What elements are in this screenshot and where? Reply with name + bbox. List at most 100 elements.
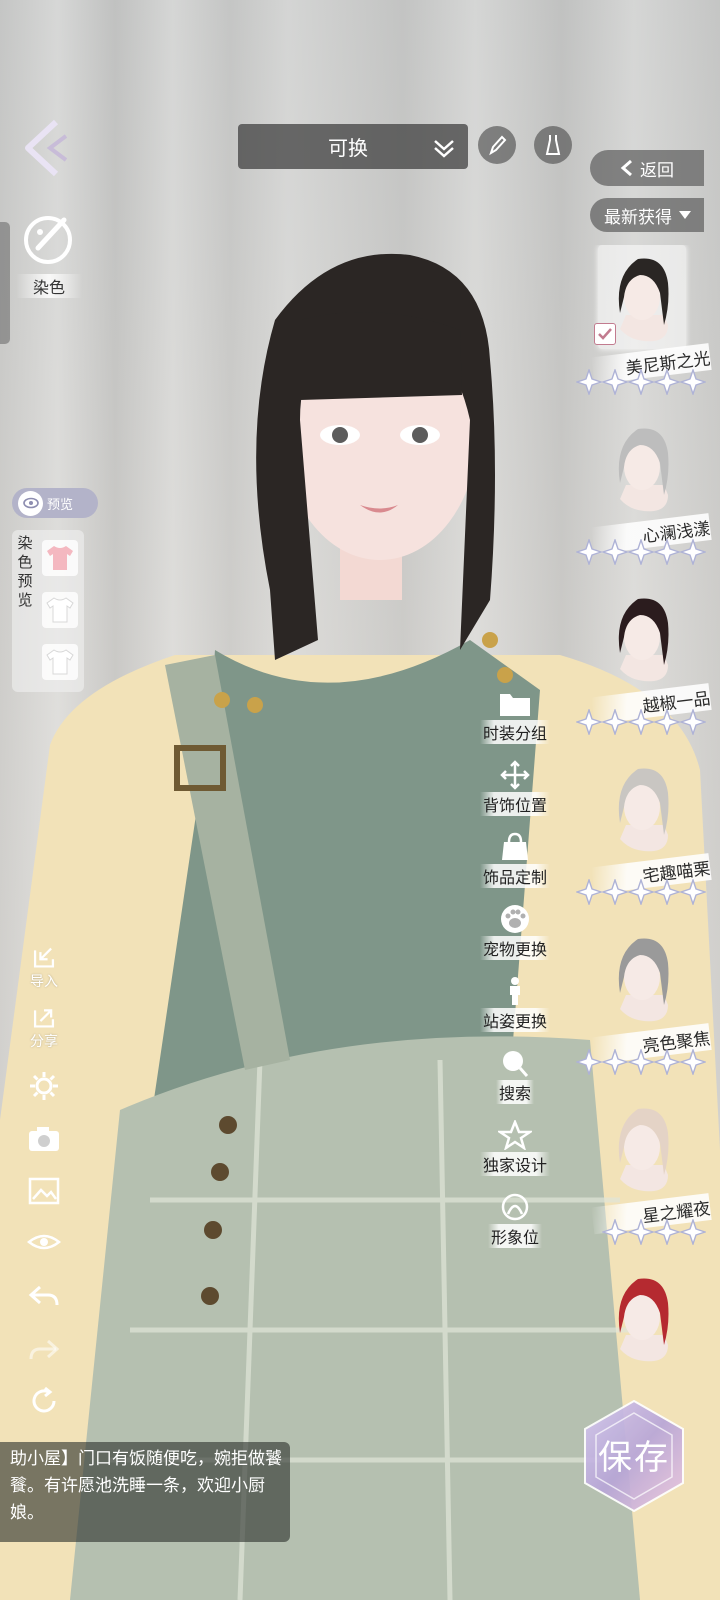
star-icon <box>602 709 628 735</box>
menu-pose-change[interactable]: 站姿更换 <box>470 976 560 1042</box>
hairstyle-item[interactable]: 越椒一品 <box>572 585 720 755</box>
star-icon <box>628 879 654 905</box>
star-icon <box>680 539 706 565</box>
star-icon <box>576 369 602 395</box>
hairstyle-item[interactable]: 心澜浅漾 <box>572 415 720 585</box>
back-button[interactable] <box>22 118 72 178</box>
return-button[interactable]: 返回 <box>590 150 704 186</box>
star-icon <box>680 1219 706 1245</box>
star-icon <box>680 709 706 735</box>
dye-button[interactable]: 染色 <box>16 210 86 298</box>
share-button[interactable]: 分享 <box>16 1005 72 1051</box>
menu-search[interactable]: 搜索 <box>470 1048 560 1114</box>
dye-preview-toggle[interactable]: 预览 <box>12 488 98 518</box>
menu-pet-change[interactable]: 宠物更换 <box>470 904 560 970</box>
star-icon <box>498 1120 532 1150</box>
star-icon <box>654 1049 680 1075</box>
star-icon <box>602 879 628 905</box>
rarity-stars <box>576 879 706 905</box>
star-icon <box>654 369 680 395</box>
star-icon <box>654 539 680 565</box>
reset-button[interactable] <box>16 1385 72 1431</box>
settings-button[interactable] <box>16 1070 72 1116</box>
shirt-icon <box>47 546 73 570</box>
hairstyle-thumbnail <box>598 925 686 1029</box>
eye-icon <box>18 490 43 516</box>
hairstyle-item[interactable] <box>572 1265 720 1380</box>
gallery-button[interactable] <box>16 1177 72 1223</box>
star-icon <box>628 1219 654 1245</box>
star-icon <box>680 1049 706 1075</box>
menu-label: 独家设计 <box>479 1152 550 1176</box>
preview-toggle-label: 预览 <box>47 497 74 513</box>
star-icon <box>628 539 654 565</box>
star-icon <box>576 709 602 735</box>
rarity-stars <box>576 709 706 735</box>
left-drawer-tab[interactable] <box>0 222 10 344</box>
star-icon <box>628 709 654 735</box>
menu-back-accessory-position[interactable]: 背饰位置 <box>470 760 560 826</box>
hairstyle-item[interactable]: 亮色聚焦 <box>572 925 720 1095</box>
star-icon <box>654 709 680 735</box>
import-button[interactable]: 导入 <box>16 945 72 991</box>
hairstyle-item[interactable]: 星之耀夜 <box>572 1095 720 1265</box>
menu-image-slot[interactable]: 形象位 <box>470 1192 560 1258</box>
dropdown-label: 可换 <box>328 136 368 160</box>
palette-brush-icon <box>24 216 72 264</box>
return-label: 返回 <box>640 160 674 181</box>
menu-label: 站姿更换 <box>479 1008 550 1032</box>
pen-icon <box>489 135 507 156</box>
star-icon <box>680 369 706 395</box>
import-icon <box>33 947 55 968</box>
chat-notice[interactable]: 助小屋】门口有饭随便吃，婉拒做饕餮。有许愿池洗睡一条，欢迎小厨娘。 <box>0 1442 290 1542</box>
hairstyle-list: 美尼斯之光 心澜浅漾 越椒一品 宅趣喵栗 亮色聚焦 星之耀夜 <box>572 245 720 1380</box>
star-icon <box>628 1049 654 1075</box>
swatch-white-2[interactable] <box>42 644 78 680</box>
gear-icon <box>30 1072 58 1100</box>
share-icon <box>33 1009 55 1028</box>
undo-button[interactable] <box>16 1283 72 1329</box>
star-icon <box>576 539 602 565</box>
category-dropdown[interactable]: 可换 <box>238 124 468 169</box>
dress-button[interactable] <box>534 126 572 164</box>
hairstyle-item[interactable]: 美尼斯之光 <box>572 245 720 415</box>
menu-exclusive-design[interactable]: 独家设计 <box>470 1120 560 1186</box>
shirt-icon <box>46 597 74 623</box>
swatch-white-1[interactable] <box>42 592 78 628</box>
swatch-pink[interactable] <box>42 540 78 576</box>
dye-label: 染色 <box>16 274 82 298</box>
star-icon <box>576 1049 602 1075</box>
star-icon <box>602 1049 628 1075</box>
eye-icon <box>27 1234 61 1250</box>
menu-label: 背饰位置 <box>479 792 550 816</box>
save-button[interactable]: 保存 <box>580 1398 688 1514</box>
hair-preview-icon <box>618 1278 669 1362</box>
hair-preview-icon <box>618 768 669 852</box>
hair-preview-icon <box>618 428 669 512</box>
back-arrow-icon <box>25 119 68 177</box>
menu-label: 搜索 <box>495 1080 534 1104</box>
hairstyle-item[interactable]: 宅趣喵栗 <box>572 755 720 925</box>
notice-text: 助小屋】门口有饭随便吃，婉拒做饕餮。有许愿池洗睡一条，欢迎小厨娘。 <box>10 1449 282 1523</box>
sort-dropdown[interactable]: 最新获得 <box>590 198 704 232</box>
share-label: 分享 <box>30 1034 58 1050</box>
camera-button[interactable] <box>16 1125 72 1171</box>
menu-outfit-group[interactable]: 时装分组 <box>470 688 560 754</box>
reset-icon <box>32 1386 56 1413</box>
move-icon <box>500 760 530 790</box>
hairstyle-thumbnail <box>598 415 686 519</box>
menu-label: 饰品定制 <box>479 864 550 888</box>
hairstyle-thumbnail <box>598 585 686 689</box>
bag-icon <box>502 832 528 860</box>
redo-button[interactable] <box>16 1337 72 1383</box>
save-label: 保存 <box>598 1438 670 1478</box>
star-icon <box>628 369 654 395</box>
caret-down-icon <box>679 211 691 219</box>
rarity-stars <box>576 369 706 395</box>
menu-label: 形象位 <box>487 1224 542 1248</box>
search-icon <box>503 1051 529 1077</box>
pen-button[interactable] <box>478 126 516 164</box>
hide-ui-button[interactable] <box>16 1230 72 1276</box>
hairstyle-thumbnail <box>598 1095 686 1199</box>
menu-accessory-custom[interactable]: 饰品定制 <box>470 832 560 898</box>
